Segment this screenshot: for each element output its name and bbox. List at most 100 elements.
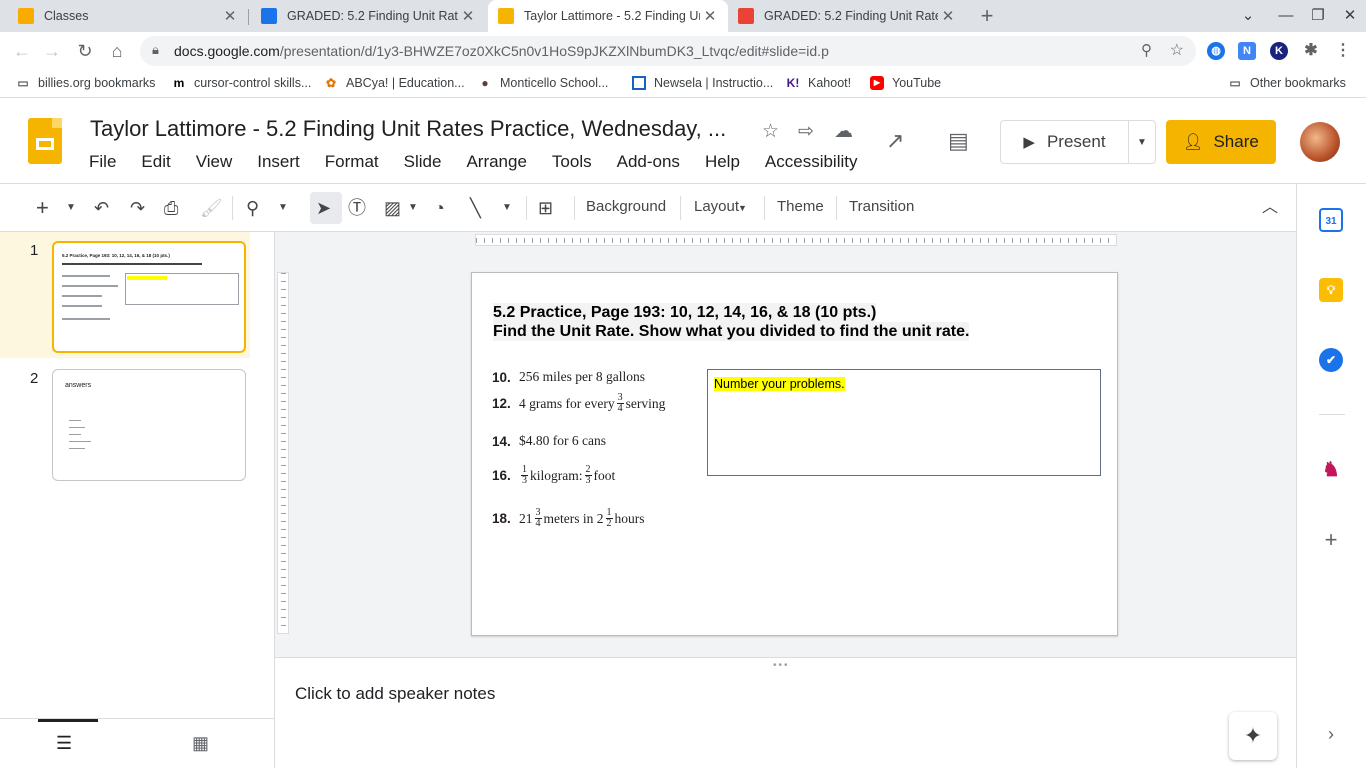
bookmark-monticello[interactable]: ● Monticello School... [478, 76, 608, 90]
extension-new-icon[interactable]: N [1238, 42, 1256, 60]
menu-format[interactable]: Format [325, 152, 379, 172]
browser-tab-graded-assignment[interactable]: GRADED: 5.2 Finding Unit Rates ✕ [249, 0, 486, 32]
answer-text-box[interactable]: Number your problems. [707, 369, 1101, 476]
collapse-toolbar-icon[interactable]: ︿ [1262, 196, 1278, 220]
background-button[interactable]: Background [586, 198, 666, 215]
new-slide-layout-dropdown-icon[interactable]: ▼ [66, 196, 76, 220]
minimize-icon[interactable]: — [1270, 0, 1302, 32]
print-icon[interactable]: ⎙ [164, 196, 178, 220]
line-icon[interactable]: ╲ [470, 196, 481, 220]
share-button[interactable]: 👤︎ Share [1166, 120, 1276, 164]
address-bar[interactable]: 🔒︎ docs.google.com/presentation/d/1y3-BH… [140, 36, 1196, 66]
select-cursor-icon[interactable]: ➤ [316, 196, 331, 220]
paint-format-icon[interactable]: 🖌︎ [200, 196, 223, 220]
bookmark-star-icon[interactable]: ☆ [1170, 40, 1184, 60]
bookmark-newsela[interactable]: Newsela | Instructio... [632, 76, 773, 90]
bookmark-billies[interactable]: ▭ billies.org bookmarks [16, 76, 155, 90]
notes-resize-handle[interactable]: ••• [773, 660, 790, 671]
explore-icon[interactable]: ✦ [1229, 712, 1277, 760]
present-options-dropdown[interactable]: ▼ [1129, 137, 1155, 148]
bookmark-cursor-control[interactable]: m cursor-control skills... [172, 76, 312, 90]
browser-tab-slides-active[interactable]: Taylor Lattimore - 5.2 Finding Un ✕ [488, 0, 728, 32]
bookmark-abcya[interactable]: ✿ ABCya! | Education... [324, 76, 465, 90]
transition-button[interactable]: Transition [849, 198, 914, 215]
star-icon[interactable]: ☆ [762, 120, 779, 143]
add-comment-icon[interactable]: ⊞ [538, 196, 553, 220]
zoom-dropdown-icon[interactable]: ▼ [278, 196, 288, 220]
grid-view-icon[interactable]: ▦ [192, 733, 209, 754]
url-text[interactable]: docs.google.com/presentation/d/1y3-BHWZE… [174, 43, 829, 59]
comments-icon[interactable]: ▤ [948, 128, 969, 154]
theme-button[interactable]: Theme [777, 198, 824, 215]
insert-image-icon[interactable]: ▨ [384, 196, 401, 220]
tab-search-icon[interactable]: ⌄ [1232, 0, 1264, 32]
browser-tab-classes[interactable]: Classes ✕ [0, 0, 248, 32]
reload-icon[interactable]: ↻ [73, 39, 97, 63]
new-slide-icon[interactable]: + [36, 196, 49, 220]
bookmark-youtube[interactable]: ▶ YouTube [870, 76, 941, 90]
layout-button[interactable]: Layout [694, 198, 739, 215]
back-icon[interactable]: ← [10, 39, 34, 63]
menu-view[interactable]: View [196, 152, 233, 172]
browser-tab-gmail[interactable]: GRADED: 5.2 Finding Unit Rates ✕ [728, 0, 966, 32]
extensions-puzzle-icon[interactable]: ✱ [1302, 42, 1320, 60]
image-dropdown-icon[interactable]: ▼ [408, 196, 418, 220]
keep-icon[interactable]: 💡︎ [1319, 278, 1343, 302]
menu-insert[interactable]: Insert [257, 152, 300, 172]
slides-logo-icon[interactable] [28, 118, 62, 164]
menu-arrange[interactable]: Arrange [466, 152, 526, 172]
menu-tools[interactable]: Tools [552, 152, 592, 172]
avatar[interactable] [1300, 122, 1340, 162]
extension-globe-icon[interactable]: ◍ [1207, 42, 1225, 60]
close-tab-icon[interactable]: ✕ [220, 7, 240, 25]
problem-number: 18. [492, 511, 511, 526]
menu-edit[interactable]: Edit [141, 152, 170, 172]
zoom-icon[interactable]: ⚲ [1141, 41, 1152, 59]
speaker-notes-input[interactable]: Click to add speaker notes [295, 684, 495, 704]
filmstrip-view-icon[interactable]: ☰ [56, 733, 72, 754]
close-tab-icon[interactable]: ✕ [458, 7, 478, 25]
cloud-status-icon[interactable]: ☁ [834, 120, 853, 143]
slide-thumbnail-1[interactable]: 5.2 Practice, Page 193: 10, 12, 14, 16, … [52, 241, 246, 353]
lock-icon[interactable]: 🔒︎ [152, 42, 159, 58]
slide-1[interactable]: 5.2 Practice, Page 193: 10, 12, 14, 16, … [471, 272, 1118, 636]
forward-icon[interactable]: → [40, 39, 64, 63]
close-tab-icon[interactable]: ✕ [938, 7, 958, 25]
close-window-icon[interactable]: ✕ [1334, 0, 1366, 32]
calendar-icon[interactable]: 31 [1319, 208, 1343, 232]
present-button[interactable]: ▶ Present [1001, 121, 1129, 163]
redo-icon[interactable]: ↷ [130, 196, 145, 220]
menu-help[interactable]: Help [705, 152, 740, 172]
extension-k-icon[interactable]: K [1270, 42, 1288, 60]
layout-dropdown-icon[interactable]: ▼ [738, 196, 747, 220]
move-to-folder-icon[interactable]: ⇨ [798, 120, 814, 143]
home-icon[interactable]: ⌂ [105, 39, 129, 63]
zoom-icon[interactable]: ⚲ [246, 196, 259, 220]
show-side-panel-icon[interactable]: › [1319, 722, 1343, 746]
bookmark-kahoot[interactable]: K! Kahoot! [786, 76, 851, 90]
problem-number: 12. [492, 396, 511, 411]
menu-add-ons[interactable]: Add-ons [617, 152, 680, 172]
close-tab-icon[interactable]: ✕ [700, 7, 720, 25]
undo-icon[interactable]: ↶ [94, 196, 109, 220]
activity-trend-icon[interactable]: ↗ [886, 128, 904, 154]
bookmark-other[interactable]: ▭ Other bookmarks [1228, 76, 1346, 90]
menu-file[interactable]: File [89, 152, 116, 172]
document-title[interactable]: Taylor Lattimore - 5.2 Finding Unit Rate… [90, 116, 726, 142]
slide-thumbnail-2[interactable]: answers [52, 369, 246, 481]
new-tab-button[interactable]: + [975, 4, 999, 28]
present-play-icon: ▶ [1023, 134, 1035, 151]
addon-unicorn-icon[interactable]: ♞ [1319, 458, 1343, 482]
chrome-menu-icon[interactable]: ⋮ [1334, 42, 1352, 60]
restore-icon[interactable]: ❐ [1302, 0, 1334, 32]
menu-slide[interactable]: Slide [404, 152, 442, 172]
line-dropdown-icon[interactable]: ▼ [502, 196, 512, 220]
filmstrip-view-switcher: ☰ ▦ [0, 718, 275, 768]
menu-accessibility[interactable]: Accessibility [765, 152, 858, 172]
get-add-ons-icon[interactable]: + [1319, 528, 1343, 552]
text-box-icon[interactable]: Ⓣ [348, 196, 366, 220]
tasks-icon[interactable]: ✔ [1319, 348, 1343, 372]
fraction: 34 [534, 507, 542, 529]
slide-title[interactable]: 5.2 Practice, Page 193: 10, 12, 14, 16, … [493, 303, 970, 341]
shape-icon[interactable]: ◔ [434, 196, 445, 220]
